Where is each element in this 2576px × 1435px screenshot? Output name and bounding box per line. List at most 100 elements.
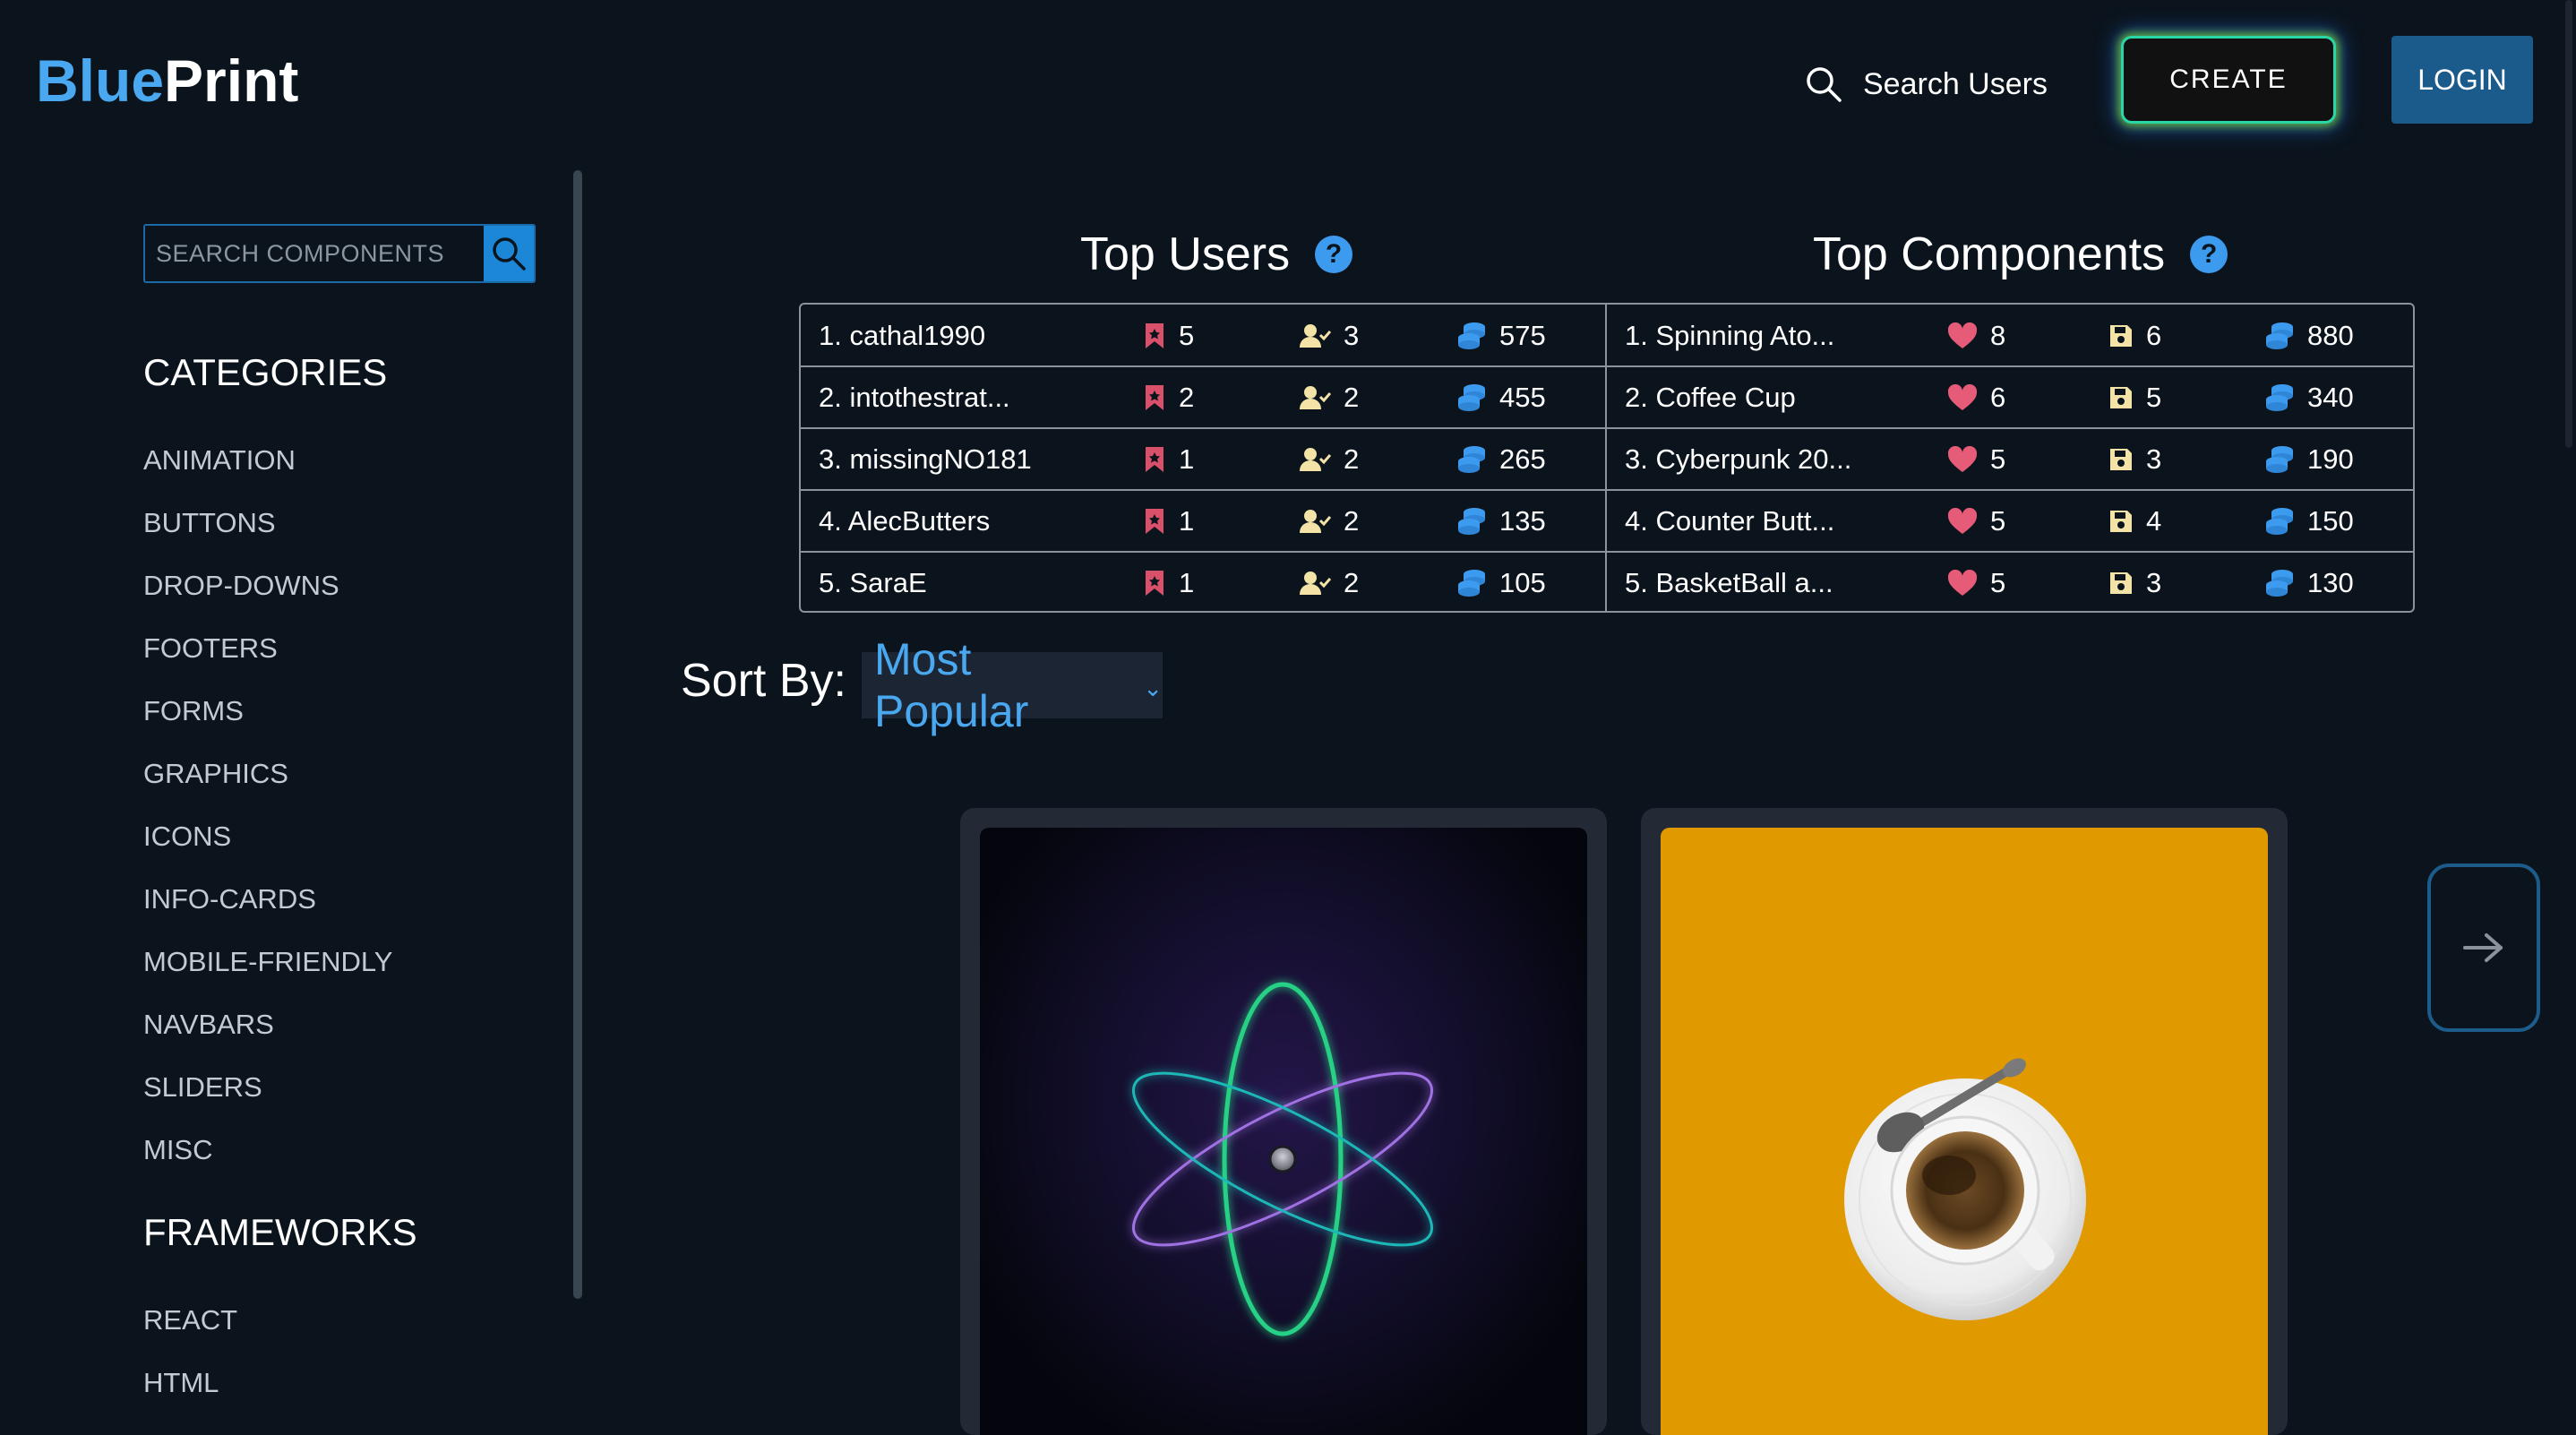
category-mobile-friendly[interactable]: MOBILE-FRIENDLY: [143, 946, 392, 978]
search-icon: [493, 237, 526, 271]
component-card-coffee-cup[interactable]: [1641, 808, 2288, 1435]
top-component-name-value: 1. Spinning Ato...: [1625, 319, 1835, 351]
top-component-name[interactable]: 3. Cyberpunk 20...: [1625, 443, 1851, 476]
category-sliders[interactable]: SLIDERS: [143, 1071, 262, 1104]
top-user-followers-value: 3: [1344, 319, 1360, 351]
coins-icon: [1458, 322, 1485, 349]
coins-icon: [1458, 383, 1485, 411]
category-buttons[interactable]: BUTTONS: [143, 507, 276, 539]
top-user-coins: 135: [1456, 505, 1546, 537]
floppy-disk-icon: [2110, 510, 2132, 532]
category-navbars[interactable]: NAVBARS: [143, 1009, 274, 1041]
category-icons[interactable]: ICONS: [143, 821, 231, 853]
arrow-right-icon: [2463, 933, 2503, 962]
user-check-icon: [1300, 571, 1331, 595]
login-button[interactable]: LOGIN: [2391, 36, 2533, 124]
top-component-likes: 5: [1947, 567, 2005, 599]
top-user-name[interactable]: 1. cathal1990: [819, 320, 985, 352]
floppy-disk-icon: [2110, 571, 2132, 594]
category-drop-downs[interactable]: DROP-DOWNS: [143, 570, 339, 602]
top-user-name[interactable]: 4. AlecButters: [819, 505, 990, 537]
heart-icon: [1947, 507, 1978, 534]
framework-react[interactable]: REACT: [143, 1304, 237, 1336]
search-users-link[interactable]: Search Users: [1804, 59, 2048, 109]
category-footers[interactable]: FOOTERS: [143, 632, 278, 665]
top-user-coins: 575: [1456, 320, 1546, 352]
create-button[interactable]: CREATE: [2121, 36, 2336, 124]
top-user-coins: 105: [1456, 567, 1546, 599]
top-user-name[interactable]: 3. missingNO181: [819, 443, 1032, 476]
top-component-coins-value: 190: [2307, 443, 2354, 475]
top-users-help-icon[interactable]: ?: [1315, 236, 1353, 273]
top-user-bookmarks-value: 1: [1179, 566, 1195, 598]
top-user-bookmarks: 1: [1143, 505, 1194, 537]
sort-by-label: Sort By:: [681, 655, 846, 707]
sort-dropdown[interactable]: Most Popular ⌄: [862, 634, 1163, 736]
top-user-name[interactable]: 5. SaraE: [819, 567, 927, 599]
bookmark-icon: [1146, 446, 1163, 472]
top-component-name[interactable]: 4. Counter Butt...: [1625, 505, 1834, 537]
component-card-spinning-atom[interactable]: [960, 808, 1607, 1435]
top-component-likes: 8: [1947, 320, 2005, 352]
top-user-name-value: 5. SaraE: [819, 566, 927, 598]
sidebar-scrollbar[interactable]: [573, 170, 582, 1299]
category-forms[interactable]: FORMS: [143, 695, 244, 727]
logo-part-print: Print: [164, 47, 299, 114]
component-search: [143, 224, 536, 283]
component-search-button[interactable]: [484, 226, 534, 281]
leaderboard-row: 5. SaraE 1 2 105 5. BasketBall a... 5 3 130: [801, 552, 2413, 614]
top-component-likes-value: 5: [1990, 504, 2006, 537]
logo[interactable]: BluePrint: [36, 45, 298, 116]
top-user-followers: 2: [1299, 567, 1359, 599]
top-user-bookmarks: 1: [1143, 443, 1194, 476]
top-component-saves: 6: [2108, 320, 2161, 352]
leaderboard-row: 2. intothestrat... 2 2 455 2. Coffee Cup 6 5 34…: [801, 366, 2413, 428]
search-icon: [1807, 67, 1842, 102]
top-user-bookmarks-value: 1: [1179, 504, 1195, 537]
top-user-name-value: 2. intothestrat...: [819, 381, 1010, 413]
top-component-saves-value: 5: [2146, 381, 2162, 413]
top-component-likes: 5: [1947, 505, 2005, 537]
top-user-followers-value: 2: [1344, 566, 1360, 598]
coffee-cup-graphic: [1844, 1058, 2086, 1320]
top-components-heading: Top Components ?: [1813, 228, 2228, 281]
category-animation[interactable]: ANIMATION: [143, 444, 296, 477]
top-component-name-value: 2. Coffee Cup: [1625, 381, 1796, 413]
top-component-coins-value: 340: [2307, 381, 2354, 413]
search-users-label: Search Users: [1863, 66, 2048, 101]
top-components-help-icon[interactable]: ?: [2190, 236, 2228, 273]
category-info-cards[interactable]: INFO-CARDS: [143, 883, 316, 915]
top-user-followers-value: 2: [1344, 443, 1360, 475]
coffee-cup-preview: [1661, 828, 2268, 1435]
top-user-name-value: 1. cathal1990: [819, 319, 986, 351]
top-user-coins: 265: [1456, 443, 1546, 476]
top-component-name[interactable]: 2. Coffee Cup: [1625, 382, 1796, 414]
page-scrollbar[interactable]: [2565, 0, 2572, 448]
chevron-down-icon: ⌄: [1143, 674, 1163, 701]
top-user-bookmarks: 2: [1143, 382, 1194, 414]
frameworks-heading: FRAMEWORKS: [143, 1211, 417, 1253]
bookmark-icon: [1146, 384, 1163, 410]
coins-icon: [1458, 445, 1485, 473]
floppy-disk-icon: [2110, 386, 2132, 408]
top-component-name[interactable]: 5. BasketBall a...: [1625, 567, 1833, 599]
coins-icon: [2266, 383, 2293, 411]
top-component-name[interactable]: 1. Spinning Ato...: [1625, 320, 1834, 352]
top-user-coins-value: 135: [1499, 504, 1546, 537]
component-search-input[interactable]: [145, 226, 484, 281]
top-component-coins: 130: [2264, 567, 2354, 599]
top-component-likes-value: 5: [1990, 443, 2006, 475]
top-user-coins: 455: [1456, 382, 1546, 414]
top-user-coins-value: 575: [1499, 319, 1546, 351]
carousel-next-button[interactable]: [2427, 864, 2540, 1032]
top-user-followers: 2: [1299, 443, 1359, 476]
bookmark-icon: [1146, 322, 1163, 348]
coins-icon: [1458, 507, 1485, 535]
category-misc[interactable]: MISC: [143, 1134, 213, 1166]
top-user-name[interactable]: 2. intothestrat...: [819, 382, 1010, 414]
category-graphics[interactable]: GRAPHICS: [143, 758, 288, 790]
framework-html[interactable]: HTML: [143, 1367, 219, 1399]
top-component-saves-value: 3: [2146, 443, 2162, 475]
heart-icon: [1947, 569, 1978, 596]
coins-icon: [2266, 569, 2293, 597]
